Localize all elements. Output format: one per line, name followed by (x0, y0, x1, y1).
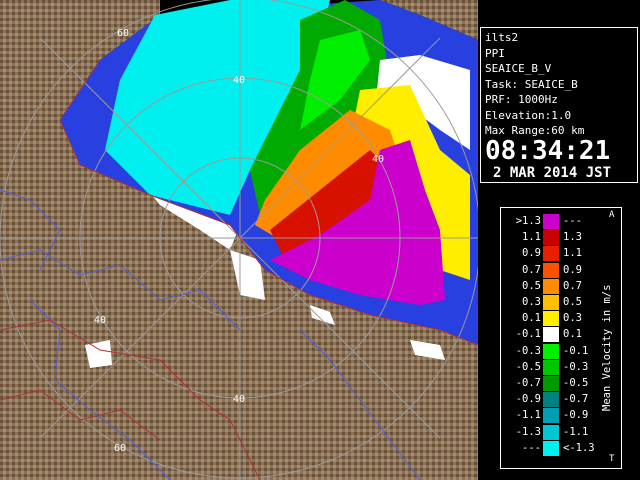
legend-lower-bound: --- (522, 441, 541, 454)
ring-label: 40 (94, 315, 107, 326)
legend-row: 0.3 0.5 (501, 295, 601, 310)
task-name: Task: SEAICE_B (485, 77, 578, 91)
legend-row: 1.1 1.3 (501, 230, 601, 246)
ring-label: 60 (117, 28, 130, 39)
radar-map[interactable]: 60 40 40 40 40 60 (0, 0, 478, 480)
color-legend: >1.3 --- 1.1 1.3 0.9 1.1 0.7 0.9 0.5 0.7 0.3 0.5 0.1… (500, 207, 622, 469)
legend-row: -0.5 -0.3 (501, 359, 601, 375)
legend-swatch (543, 311, 559, 327)
legend-lower-bound: 0.9 (522, 247, 541, 260)
legend-upper-bound: 0.7 (563, 279, 582, 292)
legend-upper-bound: 0.9 (563, 263, 582, 276)
legend-lower-bound: -1.3 (515, 425, 541, 438)
legend-row: -0.1 0.1 (501, 327, 601, 343)
legend-lower-bound: >1.3 (515, 215, 541, 227)
legend-swatch (543, 424, 559, 440)
legend-swatch (543, 246, 559, 262)
legend-row: 0.1 0.3 (501, 311, 601, 327)
legend-row: --- <-1.3 (501, 440, 601, 456)
legend-swatch (543, 278, 559, 294)
legend-swatch (543, 214, 559, 229)
legend-swatch (543, 376, 559, 391)
legend-lower-bound: 0.1 (522, 312, 541, 325)
legend-upper-bound: -0.3 (563, 360, 589, 373)
legend-upper-bound: 1.3 (563, 231, 582, 244)
legend-corner-bottom: T (609, 454, 615, 464)
legend-upper-bound: 0.5 (563, 296, 582, 308)
legend-upper-bound: -1.1 (563, 425, 589, 438)
legend-corner-top: A (609, 210, 615, 220)
legend-lower-bound: -0.9 (515, 393, 541, 406)
legend-swatch (543, 408, 559, 424)
legend-lower-bound: 0.5 (522, 279, 541, 292)
legend-row: -0.3 -0.1 (501, 343, 601, 359)
ring-label: 40 (372, 154, 385, 165)
scan-date: 2 MAR 2014 JST (493, 164, 612, 181)
scan-time: 08:34:21 (485, 135, 611, 166)
legend-lower-bound: 0.7 (522, 263, 541, 276)
legend-lower-bound: -0.7 (515, 377, 541, 389)
legend-lower-bound: 0.3 (522, 296, 541, 308)
legend-upper-bound: -0.5 (563, 377, 589, 389)
legend-swatch (543, 295, 559, 310)
legend-swatch (543, 440, 559, 456)
legend-swatch (543, 262, 559, 278)
legend-upper-bound: -0.7 (563, 393, 589, 406)
legend-swatch (543, 359, 559, 375)
legend-upper-bound: -0.9 (563, 409, 589, 422)
legend-title: Mean Velocity in m/s (601, 284, 613, 412)
elevation-value: Elevation:1.0 (485, 108, 572, 122)
legend-upper-bound: 0.1 (563, 328, 582, 341)
legend-row: -0.7 -0.5 (501, 376, 601, 391)
legend-row: 0.5 0.7 (501, 278, 601, 294)
legend-row: >1.3 --- (501, 214, 601, 229)
legend-row: 0.7 0.9 (501, 262, 601, 278)
legend-upper-bound: 0.3 (563, 312, 582, 325)
legend-swatch (543, 343, 559, 359)
legend-lower-bound: 1.1 (522, 231, 541, 244)
legend-lower-bound: -0.3 (515, 344, 541, 357)
legend-lower-bound: -1.1 (515, 409, 541, 422)
radar-info-panel: ilts2 PPI SEAICE_B_V Task: SEAICE_B PRF:… (480, 27, 638, 183)
ring-label: 60 (114, 443, 127, 454)
legend-swatch (543, 230, 559, 246)
site-name: ilts2 (485, 31, 519, 44)
field-name: SEAICE_B_V (485, 62, 552, 75)
legend-upper-bound: -0.1 (563, 344, 589, 357)
legend-upper-bound: <-1.3 (563, 441, 595, 454)
legend-lower-bound: -0.5 (515, 360, 541, 373)
legend-upper-bound: --- (563, 215, 582, 227)
legend-row: 0.9 1.1 (501, 246, 601, 262)
prf-value: PRF: 1000Hz (485, 93, 558, 106)
ppi-image (0, 0, 478, 480)
product-name: PPI (485, 46, 505, 60)
legend-swatch (543, 327, 559, 343)
ring-label: 40 (233, 394, 246, 405)
legend-row: -0.9 -0.7 (501, 392, 601, 408)
legend-lower-bound: -0.1 (515, 328, 541, 341)
legend-upper-bound: 1.1 (563, 247, 582, 260)
legend-swatch (543, 392, 559, 408)
legend-row: -1.3 -1.1 (501, 424, 601, 440)
ring-label: 40 (233, 75, 246, 86)
legend-row: -1.1 -0.9 (501, 408, 601, 424)
